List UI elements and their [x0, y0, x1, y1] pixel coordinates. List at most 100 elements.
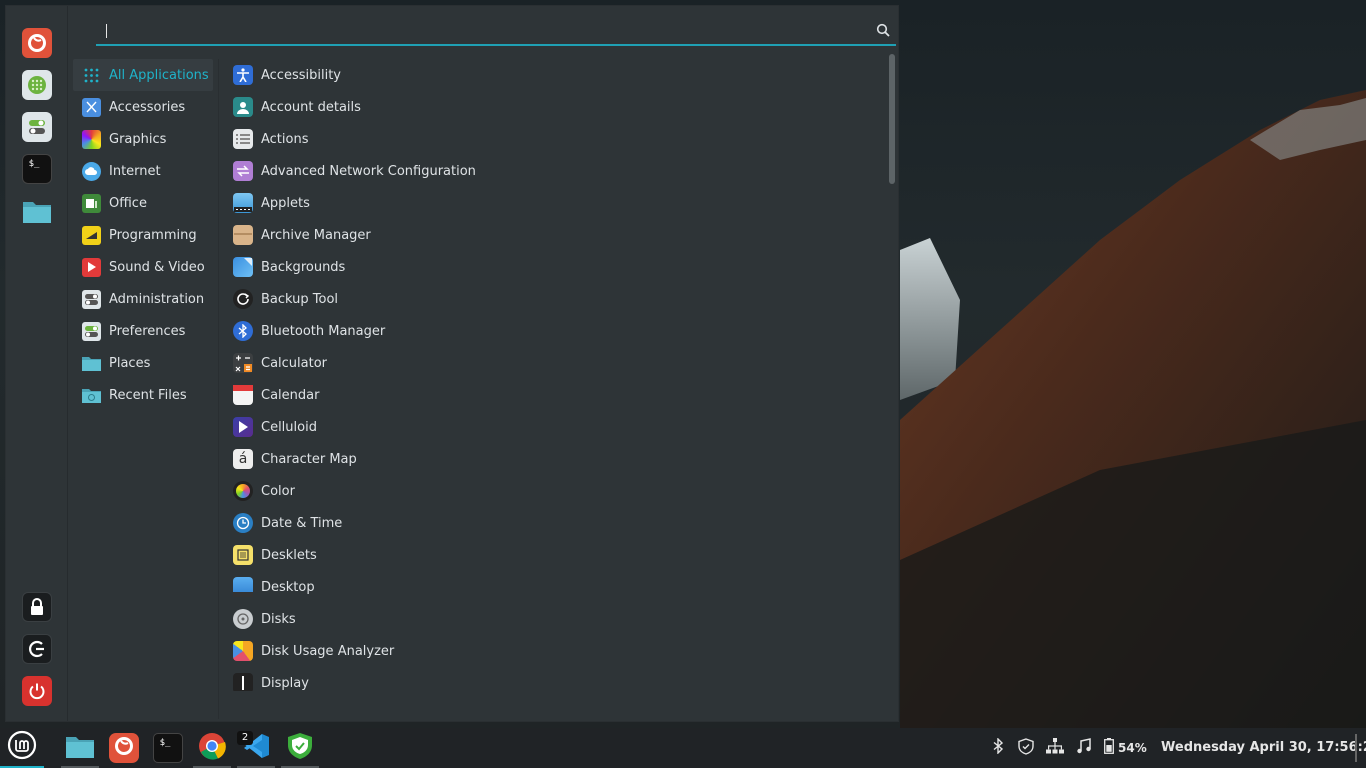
app-label: Account details: [261, 99, 361, 115]
taskbar-terminal[interactable]: $_: [153, 733, 183, 763]
tray-battery[interactable]: 54%: [1104, 728, 1154, 768]
tray-network[interactable]: [1045, 728, 1065, 768]
app-label: Backup Tool: [261, 291, 339, 307]
app-label: Calendar: [261, 387, 320, 403]
app-desktop[interactable]: Desktop: [224, 571, 884, 603]
category-office[interactable]: Office: [73, 187, 213, 219]
search-icon[interactable]: [876, 23, 890, 37]
category-programming[interactable]: Programming: [73, 219, 213, 251]
app-label: Display: [261, 675, 309, 691]
shield-icon: [1018, 737, 1034, 759]
app-applets[interactable]: Applets: [224, 187, 884, 219]
category-places[interactable]: Places: [73, 347, 213, 379]
app-display[interactable]: Display: [224, 667, 884, 691]
category-recent-files[interactable]: Recent Files: [73, 379, 213, 411]
bluetooth-icon: [233, 321, 253, 341]
recent-folder-icon: [82, 386, 101, 405]
system-settings-icon[interactable]: [22, 112, 52, 142]
files-icon[interactable]: [22, 196, 52, 226]
taskbar-firefox[interactable]: [109, 733, 139, 763]
app-desklets[interactable]: Desklets: [224, 539, 884, 571]
category-label: All Applications: [109, 67, 209, 83]
show-desktop-button[interactable]: [1355, 734, 1357, 762]
app-label: Desktop: [261, 579, 315, 595]
category-administration[interactable]: Administration: [73, 283, 213, 315]
category-sound-video[interactable]: Sound & Video: [73, 251, 213, 283]
mint-menu-button[interactable]: [0, 728, 44, 768]
app-label: Disks: [261, 611, 296, 627]
app-backgrounds[interactable]: Backgrounds: [224, 251, 884, 283]
palette-icon: [82, 129, 101, 149]
taskbar-chrome[interactable]: [197, 733, 227, 763]
app-advanced-network-configuration[interactable]: Advanced Network Configuration: [224, 155, 884, 187]
app-calendar[interactable]: Calendar: [224, 379, 884, 411]
folder-icon: [82, 354, 101, 373]
account-icon: [233, 97, 253, 117]
power-icon[interactable]: [22, 676, 52, 706]
category-internet[interactable]: Internet: [73, 155, 213, 187]
tray-sound[interactable]: [1074, 728, 1094, 768]
category-all-applications[interactable]: All Applications: [73, 59, 213, 91]
app-calculator[interactable]: Calculator: [224, 347, 884, 379]
app-actions[interactable]: Actions: [224, 123, 884, 155]
firefox-icon[interactable]: [22, 28, 52, 58]
app-backup-tool[interactable]: Backup Tool: [224, 283, 884, 315]
taskbar-files[interactable]: [65, 733, 95, 763]
lock-icon[interactable]: [22, 592, 52, 622]
app-label: Accessibility: [261, 67, 341, 83]
category-graphics[interactable]: Graphics: [73, 123, 213, 155]
taskbar-shield[interactable]: [285, 733, 315, 763]
app-bluetooth-manager[interactable]: Bluetooth Manager: [224, 315, 884, 347]
category-label: Accessories: [109, 99, 186, 115]
sound-icon: [1076, 738, 1092, 758]
app-disks[interactable]: Disks: [224, 603, 884, 635]
tray-bluetooth[interactable]: [988, 728, 1008, 768]
logout-icon[interactable]: [22, 634, 52, 664]
character-map-icon: á: [233, 449, 253, 469]
battery-percent: 54%: [1118, 741, 1147, 755]
network-config-icon: [233, 161, 253, 181]
calculator-icon: [233, 353, 253, 373]
software-manager-icon[interactable]: [22, 70, 52, 100]
app-label: Applets: [261, 195, 310, 211]
app-accessibility[interactable]: Accessibility: [224, 59, 884, 91]
terminal-icon: $_: [159, 738, 171, 748]
app-label: Date & Time: [261, 515, 343, 531]
category-label: Office: [109, 195, 147, 211]
app-color[interactable]: Color: [224, 475, 884, 507]
grid-icon: [82, 66, 101, 85]
clock-icon: [233, 513, 253, 533]
firefox-icon: [113, 735, 135, 761]
app-character-map[interactable]: á Character Map: [224, 443, 884, 475]
app-label: Disk Usage Analyzer: [261, 643, 395, 659]
shield-icon: [286, 732, 314, 764]
archive-icon: [233, 225, 253, 245]
office-icon: [82, 193, 101, 213]
app-archive-manager[interactable]: Archive Manager: [224, 219, 884, 251]
category-label: Graphics: [109, 131, 167, 147]
category-accessories[interactable]: Accessories: [73, 91, 213, 123]
tray-shield[interactable]: [1016, 728, 1036, 768]
app-label: Backgrounds: [261, 259, 346, 275]
app-date-time[interactable]: Date & Time: [224, 507, 884, 539]
app-disk-usage-analyzer[interactable]: Disk Usage Analyzer: [224, 635, 884, 667]
app-label: Actions: [261, 131, 309, 147]
search-input[interactable]: [104, 20, 864, 42]
app-label: Character Map: [261, 451, 357, 467]
bluetooth-icon: [993, 737, 1004, 758]
application-list: Accessibility Account details Actions Ad…: [224, 59, 884, 691]
category-label: Administration: [109, 291, 205, 307]
app-celluloid[interactable]: Celluloid: [224, 411, 884, 443]
vscode-window-count-badge: 2: [237, 731, 253, 745]
category-preferences[interactable]: Preferences: [73, 315, 213, 347]
app-account-details[interactable]: Account details: [224, 91, 884, 123]
app-list-scrollbar[interactable]: [889, 54, 895, 184]
clock[interactable]: Wednesday April 30, 17:56:22: [1161, 728, 1366, 768]
application-menu: $_ All Applications Accessories Graphics…: [5, 5, 899, 722]
display-icon: [233, 673, 253, 691]
text-cursor: [106, 24, 107, 38]
chrome-icon: [198, 732, 226, 764]
terminal-icon[interactable]: $_: [22, 154, 52, 184]
cloud-icon: [82, 161, 101, 181]
category-label: Places: [109, 355, 151, 371]
